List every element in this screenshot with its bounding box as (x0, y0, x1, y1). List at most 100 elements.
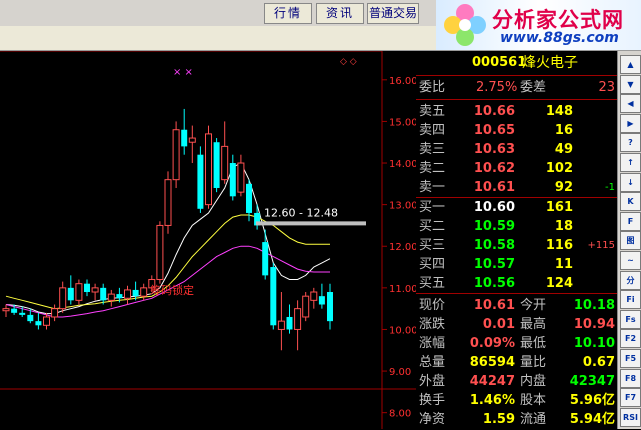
quote-label: 今开 (520, 298, 547, 313)
price-tick-label: 10.00 (389, 325, 416, 336)
quote-row: 涨幅 0.09% 最低 10.10 (416, 334, 617, 354)
sell-order-row[interactable]: 卖四 10.65 16 (416, 121, 617, 141)
side-tool-icon[interactable]: ↑ (620, 153, 641, 172)
side-tool-icon[interactable]: ~ (620, 251, 641, 270)
sell-order-row[interactable]: 卖三 10.63 49 (416, 140, 617, 160)
quote-value: 1.59 (482, 412, 515, 427)
candle-body (164, 179, 172, 226)
quote-row: 换手 1.46% 股本 5.96亿 (416, 391, 617, 411)
quote-row: 净资 1.59 流通 5.94亿 (416, 410, 617, 430)
logo-url[interactable]: www.88gs.com (500, 30, 619, 46)
buy-order-row[interactable]: 买三 10.58 116 +115 (416, 236, 617, 256)
buy-order-row[interactable]: 买一 10.60 161 (416, 198, 617, 218)
price-tick-label: 12.00 (389, 242, 416, 253)
order-price: 10.66 (473, 104, 515, 119)
quote-button[interactable]: 行情 (264, 3, 312, 24)
order-label: 卖一 (419, 180, 446, 195)
diff-label: 委差 (520, 80, 547, 95)
order-price: 10.60 (473, 200, 515, 215)
order-price: 10.63 (473, 142, 515, 157)
side-tool-icon[interactable]: F (620, 211, 641, 231)
side-tool-icon[interactable]: 图 (620, 231, 641, 251)
sell-order-row[interactable]: 卖五 10.66 148 (416, 102, 617, 122)
diff-value: 23 (598, 80, 615, 95)
side-tool-icon[interactable]: K (620, 192, 641, 212)
sell-order-row[interactable]: 卖二 10.62 102 (416, 159, 617, 179)
side-tool-icon[interactable]: 分 (620, 270, 641, 290)
quote-row: 涨跌 0.01 最高 10.94 (416, 315, 617, 335)
quote-row: 外盘 44247 内盘 42347 (416, 372, 617, 392)
order-label: 卖四 (419, 123, 446, 138)
side-tool-icon[interactable]: F2 (620, 329, 641, 349)
candle-body (84, 283, 90, 293)
buy-order-row[interactable]: 买二 10.59 18 (416, 217, 617, 237)
candle-body (213, 142, 220, 188)
stock-header: 000561 烽火电子 (416, 53, 617, 73)
order-volume: 161 (545, 200, 573, 215)
signal-markers: × × (173, 67, 193, 78)
side-tool-icon[interactable]: ◀ (620, 94, 641, 114)
stock-code[interactable]: 000561 (472, 53, 526, 73)
quote-label: 最高 (520, 317, 547, 332)
order-price: 10.57 (473, 257, 515, 272)
price-tick-label: 11.00 (389, 284, 416, 295)
candlestick-chart[interactable]: 16.00 15.00 14.00 13.00 12.00 11.00 10.00 9.00 8… (0, 51, 416, 429)
side-tool-icon[interactable]: F7 (620, 388, 641, 408)
candle-body (181, 129, 188, 147)
candle-body (327, 292, 333, 322)
candle-body (172, 129, 180, 181)
side-tool-icon[interactable]: ▶ (620, 113, 641, 133)
side-tool-icon[interactable]: F8 (620, 368, 641, 388)
divider (416, 293, 617, 294)
quote-value: 10.10 (573, 336, 615, 351)
candle-body (229, 163, 236, 197)
quote-value: 0.01 (482, 317, 515, 332)
order-volume: 18 (554, 219, 573, 234)
buy-order-row[interactable]: 买四 10.57 11 (416, 255, 617, 275)
candle-body (318, 296, 325, 305)
candle-body (2, 308, 10, 312)
side-tool-icon[interactable]: ? (620, 133, 641, 153)
side-tool-icon[interactable]: RSI (620, 407, 641, 427)
price-tick-label: 8.00 (389, 409, 411, 420)
quote-value: 5.96亿 (569, 393, 615, 408)
quote-value: 44247 (469, 374, 515, 389)
candle-body (19, 312, 26, 315)
candle-body (188, 137, 196, 143)
order-volume: 11 (554, 257, 573, 272)
side-tool-icon[interactable]: Fs (620, 309, 641, 329)
order-volume: 124 (545, 276, 573, 291)
stock-name[interactable]: 烽火电子 (522, 53, 578, 73)
side-tool-icon[interactable]: ▲ (620, 55, 641, 74)
sell-order-row[interactable]: 卖一 10.61 92 -1 (416, 178, 617, 198)
side-tool-icon[interactable]: ↓ (620, 172, 641, 192)
side-tool-icon[interactable]: ▼ (620, 74, 641, 94)
order-change: +115 (587, 240, 615, 251)
candle-body (262, 242, 269, 276)
flower-logo-icon (444, 4, 486, 46)
quote-panel: 000561 烽火电子 委比 2.75% 委差 23 卖五 10.66 148 卖四 1… (416, 51, 617, 429)
buy-order-row[interactable]: 买五 10.56 124 (416, 274, 617, 294)
order-label: 买二 (419, 219, 446, 234)
order-volume: 116 (545, 238, 573, 253)
candle-body (35, 321, 42, 326)
order-volume: 102 (545, 161, 573, 176)
order-volume: 49 (554, 142, 573, 157)
news-button[interactable]: 资讯 (316, 3, 364, 24)
order-label: 买一 (419, 200, 446, 215)
candle-body (140, 287, 148, 297)
price-tick-label: 14.00 (389, 159, 416, 170)
side-tool-icon[interactable]: F5 (620, 349, 641, 368)
order-label: 卖三 (419, 142, 446, 157)
quote-value: 86594 (469, 355, 515, 370)
trade-button[interactable]: 普通交易 (367, 3, 419, 24)
signal-label: 筹码锁定 (150, 283, 194, 297)
candle-body (197, 154, 204, 209)
corner-symbol: ◇ ◇ (340, 57, 357, 67)
order-volume: 16 (554, 123, 573, 138)
side-tool-icon[interactable]: Fi (620, 290, 641, 310)
divider (416, 75, 617, 76)
order-price: 10.61 (473, 180, 515, 195)
quote-label: 内盘 (520, 374, 547, 389)
quote-label: 最低 (520, 336, 547, 351)
